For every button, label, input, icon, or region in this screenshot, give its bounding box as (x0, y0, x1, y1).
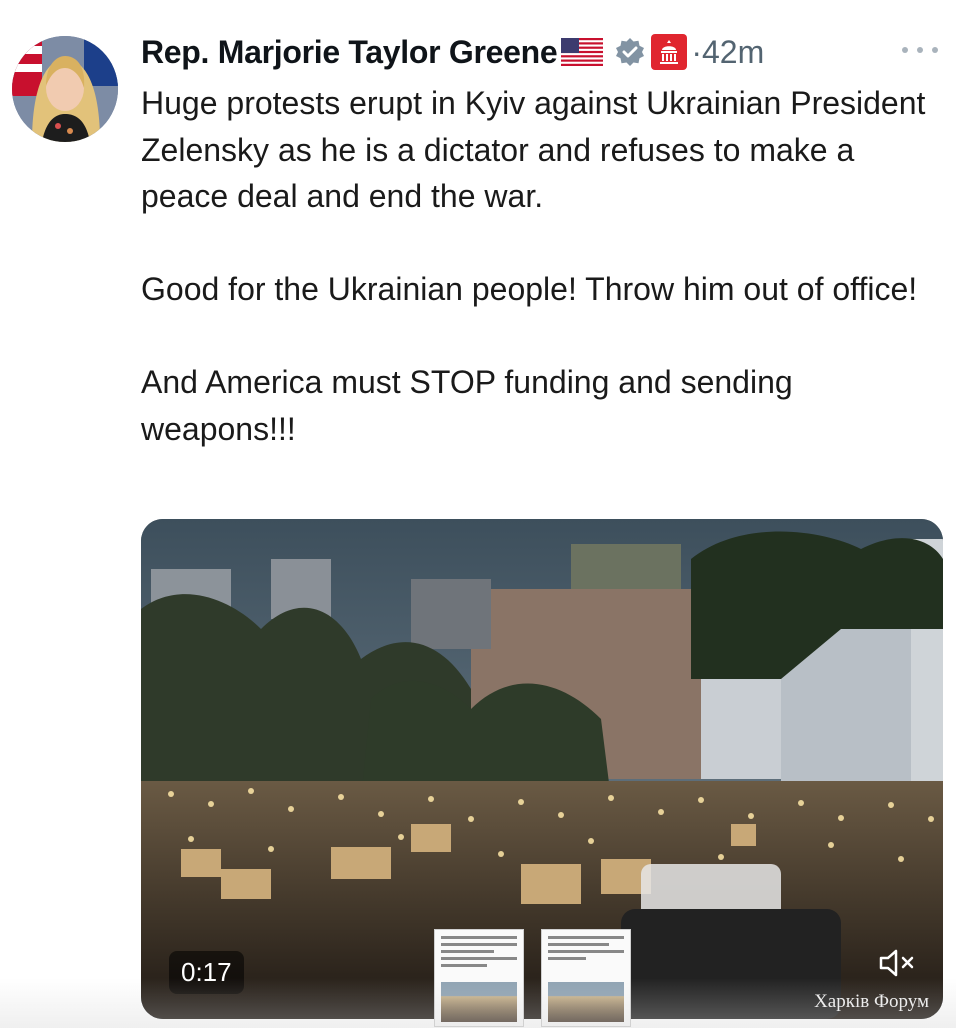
author-name[interactable]: Rep. Marjorie Taylor Greene (141, 34, 558, 71)
speaker-muted-icon[interactable] (877, 945, 917, 981)
verified-icon[interactable] (615, 37, 645, 67)
timestamp[interactable]: ·42m (691, 34, 764, 71)
more-icon-dot (932, 47, 938, 53)
tweet-paragraph: And America must STOP funding and sendin… (141, 364, 793, 447)
tweet-text: Huge protests erupt in Kyiv against Ukra… (141, 80, 941, 452)
tweet-paragraph: Good for the Ukrainian people! Throw him… (141, 271, 918, 307)
author-avatar[interactable] (12, 36, 118, 142)
more-icon-dot (917, 47, 923, 53)
government-capitol-icon[interactable] (651, 34, 688, 70)
more-icon (902, 47, 908, 53)
embedded-screenshot (434, 929, 524, 1027)
more-options-button[interactable] (902, 38, 938, 62)
video-duration: 0:17 (169, 951, 244, 994)
tweet-header: Rep. Marjorie Taylor Greene ·42m (141, 30, 764, 74)
embedded-screenshot (541, 929, 631, 1027)
watermark: Харків Форум (814, 991, 929, 1012)
us-flag-icon (561, 38, 604, 66)
tweet-paragraph: Huge protests erupt in Kyiv against Ukra… (141, 85, 926, 214)
